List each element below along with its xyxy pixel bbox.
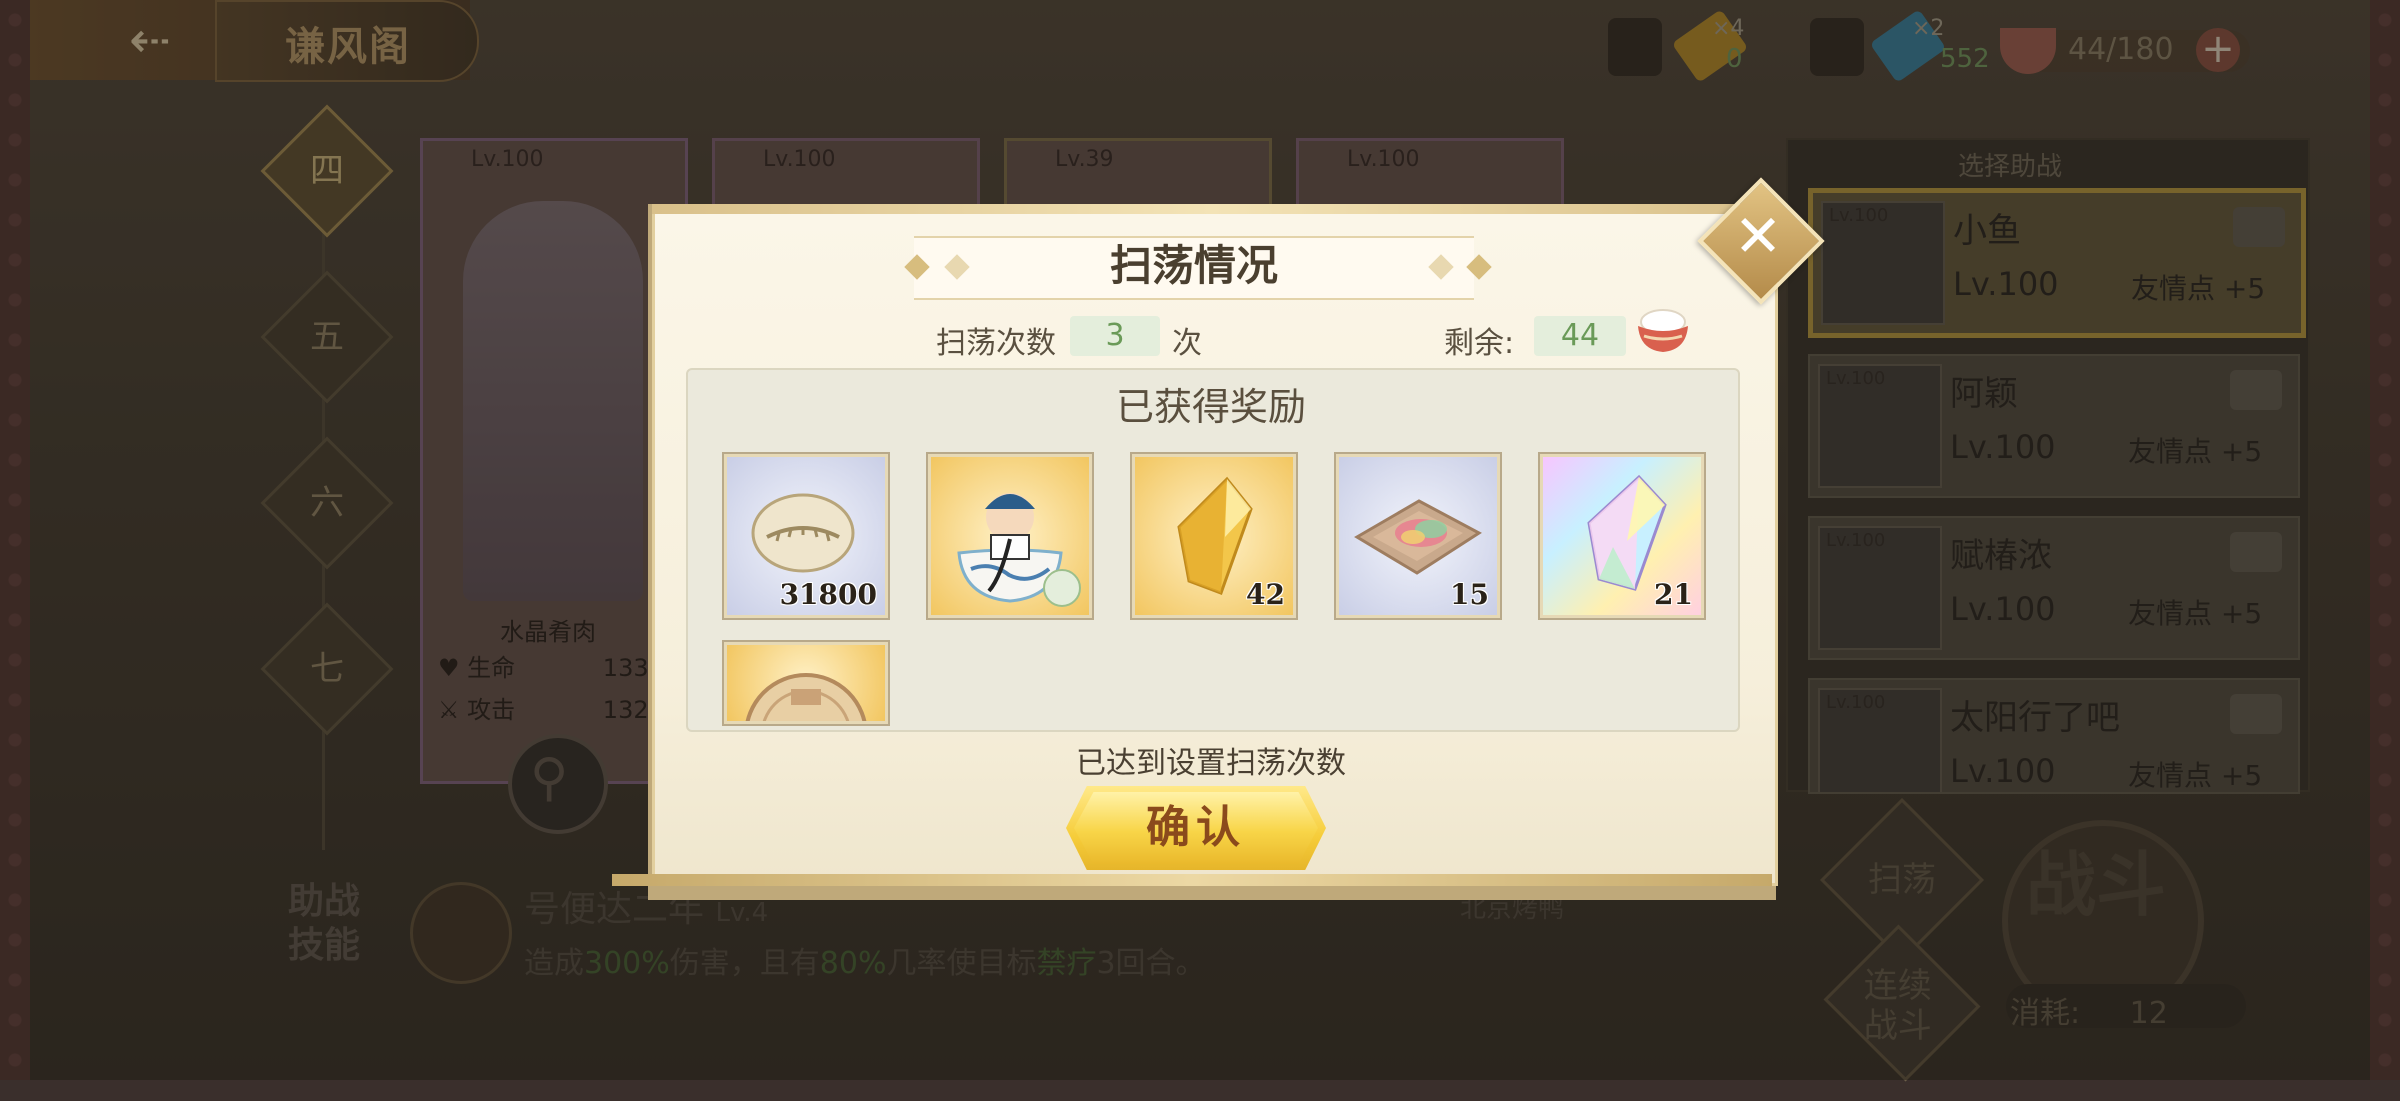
reward-quantity: 42 bbox=[1246, 578, 1285, 611]
confirm-button[interactable]: 确认 bbox=[1074, 792, 1318, 864]
dialog-title: 扫荡情况 bbox=[1109, 241, 1278, 290]
reward-item[interactable]: 42 bbox=[1132, 454, 1296, 618]
bowl-badge-icon bbox=[1043, 569, 1081, 607]
dialog-top-border bbox=[652, 204, 1772, 214]
reward-item[interactable] bbox=[724, 642, 888, 724]
sweep-count-unit: 次 bbox=[1172, 326, 1202, 361]
bronze-coin-icon bbox=[745, 673, 867, 721]
sweep-status-text: 已达到设置扫荡次数 bbox=[1076, 746, 1346, 781]
reward-quantity: 31800 bbox=[779, 578, 877, 611]
reward-item[interactable]: 31800 bbox=[724, 454, 888, 618]
rice-bowl-icon bbox=[1638, 309, 1688, 352]
rewards-title: 已获得奖励 bbox=[1115, 385, 1306, 429]
remaining-value: 44 bbox=[1534, 316, 1626, 356]
reward-item[interactable]: 21 bbox=[1540, 454, 1704, 618]
dialog-bottom-border bbox=[612, 874, 1772, 886]
reward-quantity: 21 bbox=[1654, 578, 1693, 611]
sweep-count-label: 扫荡次数 bbox=[936, 326, 1056, 361]
close-icon[interactable]: ✕ bbox=[1718, 196, 1798, 276]
reward-quantity: 15 bbox=[1450, 578, 1489, 611]
sweep-count-value: 3 bbox=[1070, 316, 1160, 356]
remaining-label: 剩余: bbox=[1444, 326, 1515, 361]
reward-item[interactable] bbox=[928, 454, 1092, 618]
reward-item[interactable]: 15 bbox=[1336, 454, 1500, 618]
